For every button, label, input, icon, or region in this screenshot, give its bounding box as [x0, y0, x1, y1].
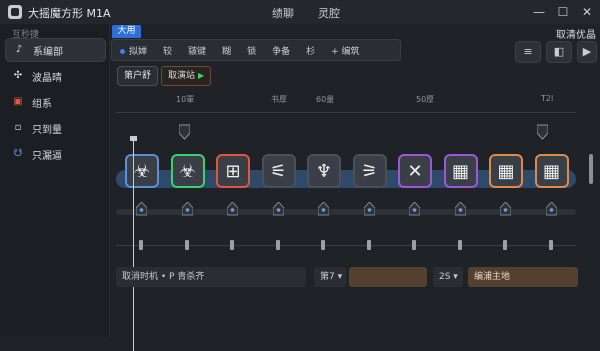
- ruler-label: 60量: [316, 95, 335, 104]
- mid-value-field[interactable]: [349, 267, 427, 287]
- bug-icon: ☋: [13, 148, 23, 159]
- active-dot-icon: [120, 48, 125, 54]
- action-button[interactable]: 取演站 ▶: [161, 66, 212, 86]
- card-6[interactable]: ⚞: [352, 154, 387, 188]
- ruler-line: [116, 112, 576, 113]
- sidebar-item-4[interactable]: ▫ 只到量: [5, 116, 106, 140]
- tab-1[interactable]: 拟婵: [112, 44, 155, 57]
- keyframe-pin-icon[interactable]: [545, 201, 557, 216]
- title-bar: 大摇魔方形 M1A 绩聊 灵腔 — ☐ ✕: [0, 0, 600, 24]
- timeline-tick[interactable]: [503, 240, 507, 250]
- sidebar-item-label: 只到量: [32, 124, 62, 136]
- tab-2[interactable]: 较: [155, 44, 180, 57]
- keyframe-pin-icon[interactable]: [226, 201, 239, 216]
- timeline-tick[interactable]: [184, 240, 189, 250]
- main-panel: 大用 取清优晶 拟婵 较 皲键 糊 锁 争备 杉 + 编筑 ≡ ◧ ▶ 第户舒 …: [111, 24, 600, 351]
- tab-tag[interactable]: 大用: [112, 25, 141, 38]
- app-logo-icon: [8, 5, 22, 19]
- tab-5[interactable]: 锁: [239, 44, 264, 57]
- robot-icon: ▣: [13, 96, 23, 107]
- tab-strip: 拟婵 较 皲键 糊 锁 争备 杉 + 编筑: [111, 39, 401, 61]
- playhead-line[interactable]: [133, 136, 134, 351]
- tab-3[interactable]: 皲键: [180, 44, 214, 57]
- keyframe-pin-icon[interactable]: [272, 201, 284, 216]
- sidebar-item-label: 只漏逼: [32, 150, 62, 162]
- keyframe-pin-icon[interactable]: [135, 201, 148, 216]
- maximize-button[interactable]: ☐: [554, 3, 572, 21]
- sparkle-icon: ✣: [13, 70, 23, 81]
- sidebar-item-3[interactable]: ▣ 组系: [5, 90, 106, 114]
- sidebar-item-label: 组系: [32, 98, 52, 110]
- card-1[interactable]: ☣: [125, 154, 159, 188]
- device-button[interactable]: ◧: [546, 41, 572, 63]
- close-button[interactable]: ✕: [578, 3, 596, 21]
- sidebar-item-5[interactable]: ☋ 只漏逼: [5, 142, 106, 166]
- ruler-label: T2l: [541, 94, 554, 103]
- keyframe-pin-icon[interactable]: [408, 201, 421, 216]
- keyframe-pin-icon[interactable]: [499, 201, 512, 216]
- play-button[interactable]: ▶: [577, 41, 597, 63]
- sidebar-item-label: 系编部: [33, 46, 63, 58]
- timeline-tick[interactable]: [412, 240, 416, 250]
- square-icon: ▫: [14, 122, 22, 133]
- keyframe-pin-icon[interactable]: [363, 201, 375, 216]
- menu-button[interactable]: ≡: [515, 41, 541, 63]
- marker-pin-icon[interactable]: [536, 124, 549, 140]
- timeline-tick[interactable]: [548, 240, 553, 250]
- tab-7[interactable]: 杉: [298, 44, 323, 57]
- mid-select[interactable]: 第7 ▾: [314, 267, 346, 287]
- menu-item-2[interactable]: 灵腔: [318, 5, 340, 21]
- app-title: 大摇魔方形 M1A: [28, 7, 111, 20]
- tab-4[interactable]: 糊: [214, 44, 239, 57]
- card-4[interactable]: ⚟: [261, 154, 296, 188]
- ruler-label: 10軍: [176, 95, 195, 104]
- sidebar-item-label: 波晶晴: [32, 72, 62, 84]
- playhead-handle[interactable]: [130, 136, 137, 141]
- timeline-tick[interactable]: [139, 240, 143, 250]
- card-5[interactable]: ♆: [307, 154, 341, 188]
- timeline-tick[interactable]: [230, 240, 234, 250]
- timeline-tick[interactable]: [366, 240, 371, 250]
- sidebar-item-1[interactable]: ♪ 系编部: [5, 38, 106, 62]
- minimize-button[interactable]: —: [530, 3, 548, 21]
- user-button[interactable]: 第户舒: [117, 66, 159, 86]
- card-10[interactable]: ▦: [534, 154, 569, 188]
- card-8[interactable]: ▦: [443, 154, 478, 188]
- right-value-field[interactable]: 编浦主地: [468, 267, 578, 287]
- ruler-label: 书厚: [271, 95, 287, 104]
- app-window: 大摇魔方形 M1A 绩聊 灵腔 — ☐ ✕ 互秒捷 ♪ 系编部 ✣ 波晶晴 ▣ …: [0, 0, 600, 351]
- timing-field[interactable]: 取消时机 • P 青杀齐: [116, 267, 306, 287]
- card-3[interactable]: ⊞: [216, 154, 250, 188]
- keyframe-pin-icon[interactable]: [454, 201, 466, 216]
- card-7[interactable]: ✕: [398, 154, 432, 188]
- tab-6[interactable]: 争备: [264, 44, 298, 57]
- keyframe-pin-icon[interactable]: [317, 201, 330, 216]
- keyframe-pin-icon[interactable]: [181, 201, 193, 216]
- ruler-label: 50厚: [416, 95, 435, 104]
- menu-item-1[interactable]: 绩聊: [272, 5, 294, 21]
- sidebar-item-2[interactable]: ✣ 波晶晴: [5, 64, 106, 88]
- timeline-tick[interactable]: [275, 240, 280, 250]
- play-icon: ▶: [198, 71, 205, 80]
- marker-pin-icon[interactable]: [178, 124, 191, 140]
- top-right-label[interactable]: 取清优晶: [556, 26, 596, 41]
- timeline-tick[interactable]: [457, 240, 462, 250]
- timeline-tick[interactable]: [321, 240, 325, 250]
- right-select[interactable]: 2S ▾: [433, 267, 463, 287]
- card-9[interactable]: ▦: [489, 154, 523, 188]
- vertical-scrollbar[interactable]: [589, 154, 593, 184]
- sidebar: 互秒捷 ♪ 系编部 ✣ 波晶晴 ▣ 组系 ▫ 只到量 ☋ 只漏逼: [0, 24, 110, 337]
- music-note-icon: ♪: [15, 44, 23, 55]
- tab-8[interactable]: + 编筑: [323, 44, 367, 57]
- card-2[interactable]: ☣: [170, 154, 205, 188]
